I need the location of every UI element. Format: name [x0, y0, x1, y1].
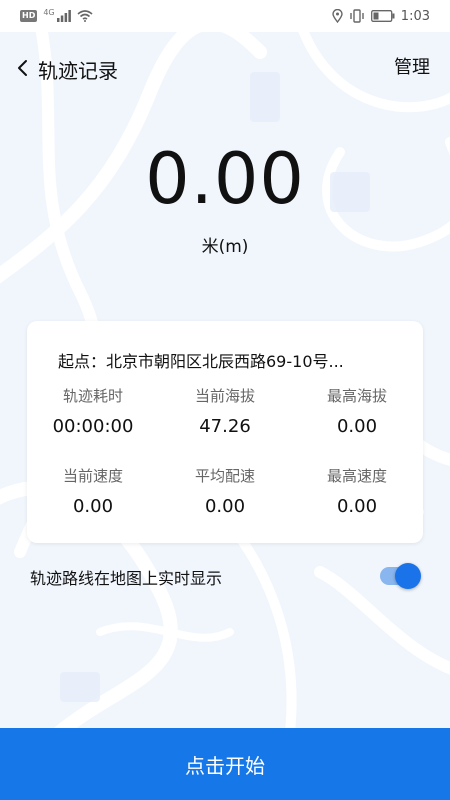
distance-value: 0.00	[145, 138, 305, 220]
location-icon	[332, 9, 343, 23]
header: 轨迹记录 管理	[0, 32, 450, 102]
network-type: 4G	[43, 7, 55, 17]
stat-max-altitude: 最高海拔 0.00	[291, 385, 423, 437]
status-time: 1:03	[400, 8, 430, 24]
status-bar-right: 1:03	[332, 9, 430, 24]
status-bar: HD 4G 1:03	[0, 0, 450, 32]
stat-average-pace: 平均配速 0.00	[159, 465, 291, 517]
stat-label: 最高海拔	[326, 387, 387, 405]
signal-icon	[56, 10, 71, 22]
hd-badge-icon: HD	[20, 10, 38, 22]
manage-button[interactable]: 管理	[394, 53, 430, 79]
stat-label: 当前海拔	[194, 387, 255, 405]
vibrate-icon	[350, 9, 364, 23]
status-bar-left: HD 4G	[20, 7, 93, 22]
start-point: 起点：北京市朝阳区北辰西路69-10号...	[58, 352, 344, 371]
toggle-knob	[395, 563, 421, 589]
realtime-route-toggle[interactable]	[380, 563, 421, 589]
track-info-card: 起点：北京市朝阳区北辰西路69-10号... 轨迹耗时 00:00:00 当前海…	[27, 321, 423, 543]
stat-label: 轨迹耗时	[62, 387, 123, 405]
back-arrow-icon[interactable]	[14, 57, 32, 79]
stat-max-speed: 最高速度 0.00	[291, 465, 423, 517]
stat-current-speed: 当前速度 0.00	[27, 465, 159, 517]
stat-label: 最高速度	[326, 467, 387, 485]
stat-value: 00:00:00	[52, 416, 134, 437]
stat-label: 当前速度	[62, 467, 123, 485]
start-button[interactable]: 点击开始	[0, 728, 450, 800]
page-title: 轨迹记录	[38, 59, 118, 83]
stat-value: 0.00	[204, 496, 246, 517]
stat-elapsed-time: 轨迹耗时 00:00:00	[27, 385, 159, 437]
battery-icon	[370, 10, 395, 22]
stat-value: 0.00	[336, 496, 378, 517]
stat-value: 0.00	[336, 416, 378, 437]
wifi-icon	[77, 10, 93, 22]
realtime-route-label: 轨迹路线在地图上实时显示	[30, 569, 223, 588]
distance-unit: 米(m)	[201, 237, 249, 257]
stat-value: 0.00	[72, 496, 114, 517]
stat-label: 平均配速	[194, 467, 255, 485]
stat-current-altitude: 当前海拔 47.26	[159, 385, 291, 437]
realtime-route-toggle-row: 轨迹路线在地图上实时显示	[30, 563, 421, 589]
stat-value: 47.26	[199, 416, 251, 437]
